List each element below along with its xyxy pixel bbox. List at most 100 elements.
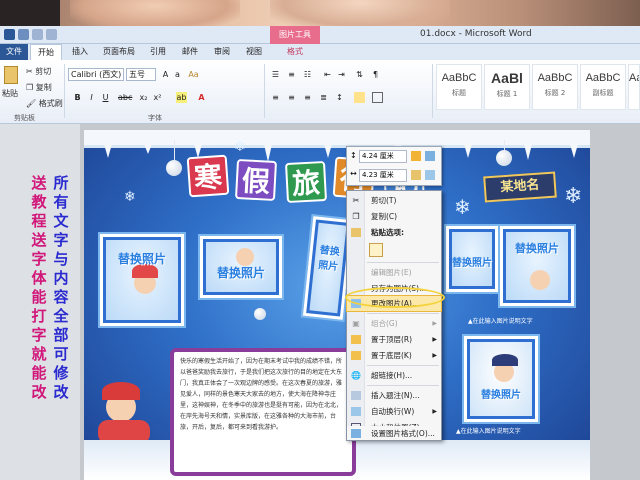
format-painter-label: 格式刷 [38,99,63,108]
photo-placeholder-4[interactable]: 替换照片 [446,226,498,292]
ribbon-separator [432,64,433,118]
photo-inner: 替换照片 [470,342,532,416]
line-spacing-icon[interactable]: ↕ [334,92,345,103]
wrap-text-icon[interactable] [425,151,435,161]
style-title[interactable]: AaBbC 标题 [436,64,482,110]
photo-placeholder-6[interactable]: 替换照片 [464,336,538,422]
change-case-icon[interactable]: Aa [188,69,199,80]
style-subtitle[interactable]: AaBbC 副标题 [580,64,626,110]
style-heading-2[interactable]: AaBbC 标题 2 [532,64,578,110]
paste-button[interactable]: 粘贴 [2,88,18,99]
picture-style-icon[interactable] [411,170,421,180]
menu-copy[interactable]: ❐ 复制(C) [347,209,441,224]
redo-icon[interactable] [46,29,57,40]
increase-indent-icon[interactable]: ⇥ [336,69,347,80]
underline-icon[interactable]: U [100,92,111,103]
menu-wrap-text[interactable]: 自动换行(W) ▶ [347,404,441,419]
undo-icon[interactable] [32,29,43,40]
position-icon[interactable] [425,170,435,180]
menu-format-picture[interactable]: 设置图片格式(O)... [346,426,442,441]
photo-inner: 替换照片 [506,232,568,300]
multilevel-list-icon[interactable]: ☷ [302,69,313,80]
menu-insert-caption[interactable]: 插入题注(N)... [347,388,441,403]
font-family-select[interactable]: Calibri (西文) [68,68,124,81]
menu-send-to-back[interactable]: 置于底层(K) ▶ [347,348,441,363]
borders-icon[interactable] [372,92,383,103]
shading-icon[interactable] [354,92,365,103]
tab-file[interactable]: 文件 [0,44,28,60]
picture-width-input[interactable]: 4.23 厘米 [359,169,407,182]
photo-placeholder-5[interactable]: 替换照片 [500,226,574,306]
style-heading-1[interactable]: AaBl 标题 1 [484,64,530,110]
snowflake-icon: ❄ [454,195,471,219]
subscript-icon[interactable]: x₂ [138,92,149,103]
menu-label: 置于顶层(R) [371,335,413,344]
paste-icon[interactable] [4,66,18,84]
tab-view[interactable]: 视图 [240,44,268,60]
photo-caption: ▲在此输入图片说明文字 [456,428,521,435]
cut-button[interactable]: ✂ 剪切 [26,66,51,77]
ribbon-separator [264,64,265,118]
menu-label: 粘贴选项: [371,228,404,237]
menu-hyperlink[interactable]: 🌐 超链接(H)... [347,368,441,383]
wrap-icon [351,407,361,416]
italic-icon[interactable]: I [86,92,97,103]
style-sample: AaBbC [537,72,573,84]
window-title: 01.docx - Microsoft Word [420,29,532,39]
tab-references[interactable]: 引用 [144,44,172,60]
format-painter-button[interactable]: 🖌 格式刷 [26,98,63,109]
style-sample: AaBl [491,70,523,86]
menu-paste-option-button[interactable] [347,241,441,259]
grow-font-icon[interactable]: A [160,69,171,80]
icicle [464,144,472,158]
picture-mini-toolbar: ↕ 4.24 厘米 ↔ 4.23 厘米 [346,146,442,186]
cut-label: 剪切 [35,67,52,76]
sort-icon[interactable]: ⇅ [354,69,365,80]
submenu-arrow-icon: ▶ [432,408,437,415]
decrease-indent-icon[interactable]: ⇤ [322,69,333,80]
highlight-color-icon[interactable]: ab [176,92,187,103]
superscript-icon[interactable]: x² [152,92,163,103]
copy-icon: ❐ [352,212,360,221]
crop-icon[interactable] [411,151,421,161]
submenu-arrow-icon: ▶ [432,352,437,359]
photo-placeholder-2[interactable]: 替换照片 [200,236,282,298]
bold-icon[interactable]: B [72,92,83,103]
bullets-icon[interactable]: ☰ [270,69,281,80]
tab-insert[interactable]: 插入 [66,44,94,60]
align-center-icon[interactable]: ≡ [286,92,297,103]
font-size-select[interactable]: 五号 [126,68,156,81]
tab-home[interactable]: 开始 [30,44,62,60]
numbering-icon[interactable]: ≡ [286,69,297,80]
story-text[interactable]: 快乐的寒假生活开始了，因为在期末考试中我的成绩不错，所以爸爸奖励我去旅行，于是我… [174,352,352,437]
photo-label: 替换照片 [317,245,341,274]
picture-height-input[interactable]: 4.24 厘米 [359,150,407,163]
menu-bring-to-front[interactable]: 置于顶层(R) ▶ [347,332,441,347]
photo-placeholder-1[interactable]: 替换照片 [100,234,184,326]
word-app-icon[interactable] [4,29,15,40]
submenu-arrow-icon: ▶ [432,336,437,343]
menu-label: 复制(C) [371,212,398,221]
shrink-font-icon[interactable]: a [172,69,183,80]
font-color-icon[interactable]: A [196,92,207,103]
style-more[interactable]: AaBb [628,64,640,110]
strikethrough-icon[interactable]: abc [118,92,132,103]
save-icon[interactable] [18,29,29,40]
font-group-label: 字体 [148,114,162,122]
align-right-icon[interactable]: ≡ [302,92,313,103]
tab-format[interactable]: 格式 [272,44,318,60]
copy-button[interactable]: ❐ 复制 [26,82,52,93]
tab-review[interactable]: 审阅 [208,44,236,60]
menu-cut[interactable]: ✂ 剪切(T) [347,193,441,208]
story-text-box[interactable]: 快乐的寒假生活开始了，因为在期末考试中我的成绩不错，所以爸爸奖励我去旅行，于是我… [170,348,356,476]
tab-page-layout[interactable]: 页面布局 [98,44,140,60]
justify-icon[interactable]: ≣ [318,92,329,103]
align-left-icon[interactable]: ≡ [270,92,281,103]
show-marks-icon[interactable]: ¶ [370,69,381,80]
tab-mailings[interactable]: 邮件 [176,44,204,60]
bring-front-icon [351,335,361,344]
photo-label: 替换照片 [216,266,265,280]
copy-label: 复制 [35,83,52,92]
ornament-ball [496,150,512,166]
style-name: 标题 [452,89,466,97]
